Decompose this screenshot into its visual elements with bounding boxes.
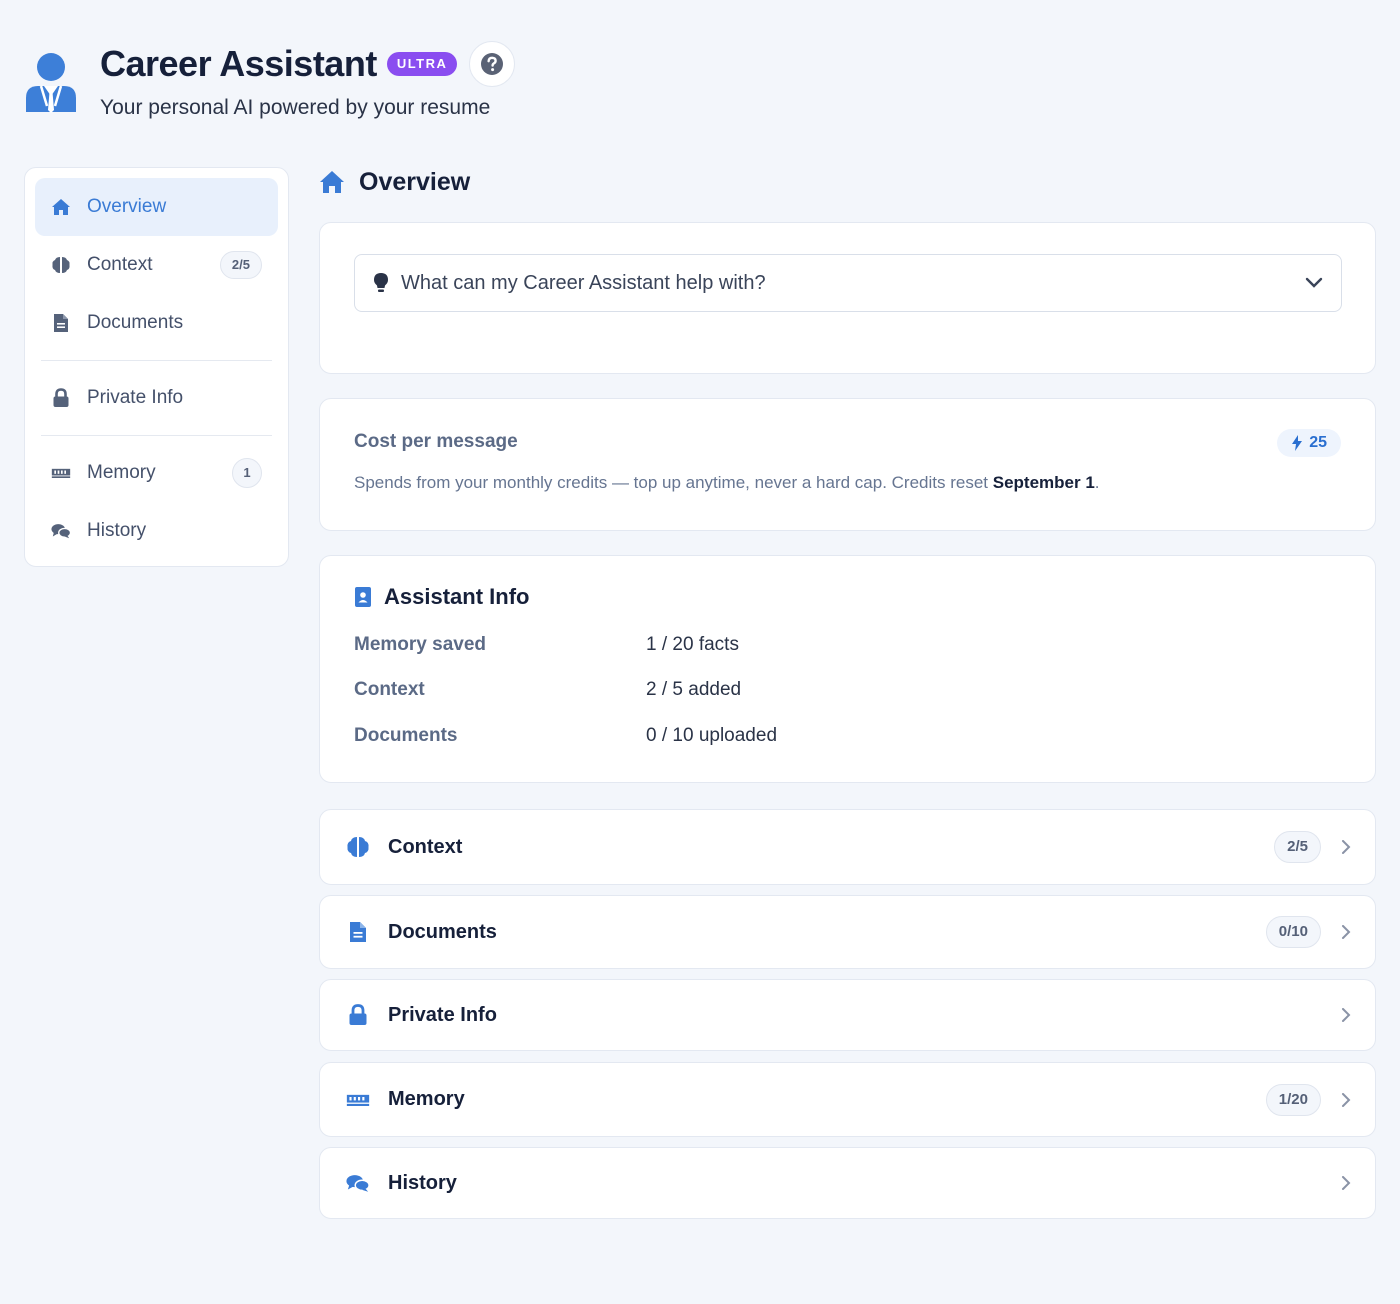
sidebar-nav: Overview Context 2/5 Documents Private I… <box>24 167 289 567</box>
plan-badge: ULTRA <box>386 52 458 76</box>
link-row-documents[interactable]: Documents 0/10 <box>319 895 1376 969</box>
link-row-context[interactable]: Context 2/5 <box>319 809 1376 885</box>
sidebar-item-private-info[interactable]: Private Info <box>35 369 278 427</box>
home-icon <box>51 197 71 217</box>
sidebar-item-label: Context <box>87 254 153 275</box>
user-avatar-icon <box>26 53 76 113</box>
chat-icon <box>346 1171 370 1195</box>
brain-icon <box>346 835 370 859</box>
info-row-documents: Documents 0 / 10 uploaded <box>354 725 778 746</box>
memory-count-badge: 1 <box>232 458 262 488</box>
sidebar-item-label: Documents <box>87 312 184 333</box>
help-button[interactable] <box>469 41 516 87</box>
assistant-info-card: Assistant Info Memory saved 1 / 20 facts… <box>319 555 1376 783</box>
lock-icon <box>51 388 71 408</box>
chevron-right-icon <box>1342 925 1351 939</box>
info-row-context: Context 2 / 5 added <box>354 679 742 700</box>
chevron-right-icon <box>1342 840 1351 854</box>
link-row-history[interactable]: History <box>319 1147 1376 1219</box>
context-count-badge: 2/5 <box>1274 831 1321 863</box>
context-count-badge: 2/5 <box>219 251 262 279</box>
credits-value: 25 <box>1309 434 1327 451</box>
help-card: What can my Career Assistant help with? <box>319 222 1376 374</box>
sidebar-divider <box>41 360 272 361</box>
main-content: Overview What can my Career Assistant he… <box>319 162 1376 1219</box>
contact-card-icon <box>355 587 371 607</box>
sidebar-item-overview[interactable]: Overview <box>35 178 278 236</box>
chevron-right-icon <box>1342 1092 1351 1107</box>
chat-icon <box>51 521 71 541</box>
help-dropdown-label: What can my Career Assistant help with? <box>401 271 766 294</box>
memory-count-badge: 1/20 <box>1265 1083 1321 1116</box>
chevron-right-icon <box>1342 1176 1351 1190</box>
sidebar-item-documents[interactable]: Documents <box>35 294 278 352</box>
page-title: Overview <box>319 162 1376 202</box>
chevron-right-icon <box>1342 1008 1351 1022</box>
sidebar-item-label: Private Info <box>87 387 184 408</box>
memory-icon <box>346 1088 370 1112</box>
document-icon <box>346 920 370 944</box>
sidebar-item-context[interactable]: Context 2/5 <box>35 236 278 294</box>
credits-badge: 25 <box>1277 429 1341 457</box>
cost-title: Cost per message <box>354 431 518 452</box>
link-row-memory[interactable]: Memory 1/20 <box>319 1062 1376 1137</box>
cost-card: Cost per message 25 Spends from your mon… <box>319 398 1376 531</box>
app-title: Career Assistant <box>100 43 377 84</box>
help-dropdown[interactable]: What can my Career Assistant help with? <box>354 254 1342 312</box>
cost-description: Spends from your monthly credits — top u… <box>354 473 1100 492</box>
lightbulb-icon <box>374 273 388 292</box>
document-icon <box>51 313 71 333</box>
lightning-icon <box>1292 435 1303 451</box>
question-circle-icon <box>481 53 504 75</box>
link-row-private-info[interactable]: Private Info <box>319 979 1376 1051</box>
brain-icon <box>51 255 71 275</box>
app-subtitle: Your personal AI powered by your resume <box>100 96 491 119</box>
documents-count-badge: 0/10 <box>1265 916 1321 948</box>
chevron-down-icon <box>1305 277 1323 288</box>
sidebar-item-history[interactable]: History <box>35 502 278 560</box>
memory-icon <box>51 463 71 483</box>
page-header: Career Assistant ULTRA Your personal AI … <box>24 40 624 130</box>
lock-icon <box>346 1003 370 1027</box>
sidebar-item-label: History <box>87 520 147 541</box>
reset-date: September 1 <box>992 473 1095 492</box>
assistant-info-title: Assistant Info <box>354 584 529 610</box>
sidebar-item-label: Overview <box>87 196 167 217</box>
sidebar-item-label: Memory <box>87 462 156 483</box>
home-icon <box>320 171 344 193</box>
sidebar-divider <box>41 435 272 436</box>
info-row-memory: Memory saved 1 / 20 facts <box>354 634 739 655</box>
page-title-label: Overview <box>359 167 471 196</box>
sidebar-item-memory[interactable]: Memory 1 <box>35 444 278 502</box>
